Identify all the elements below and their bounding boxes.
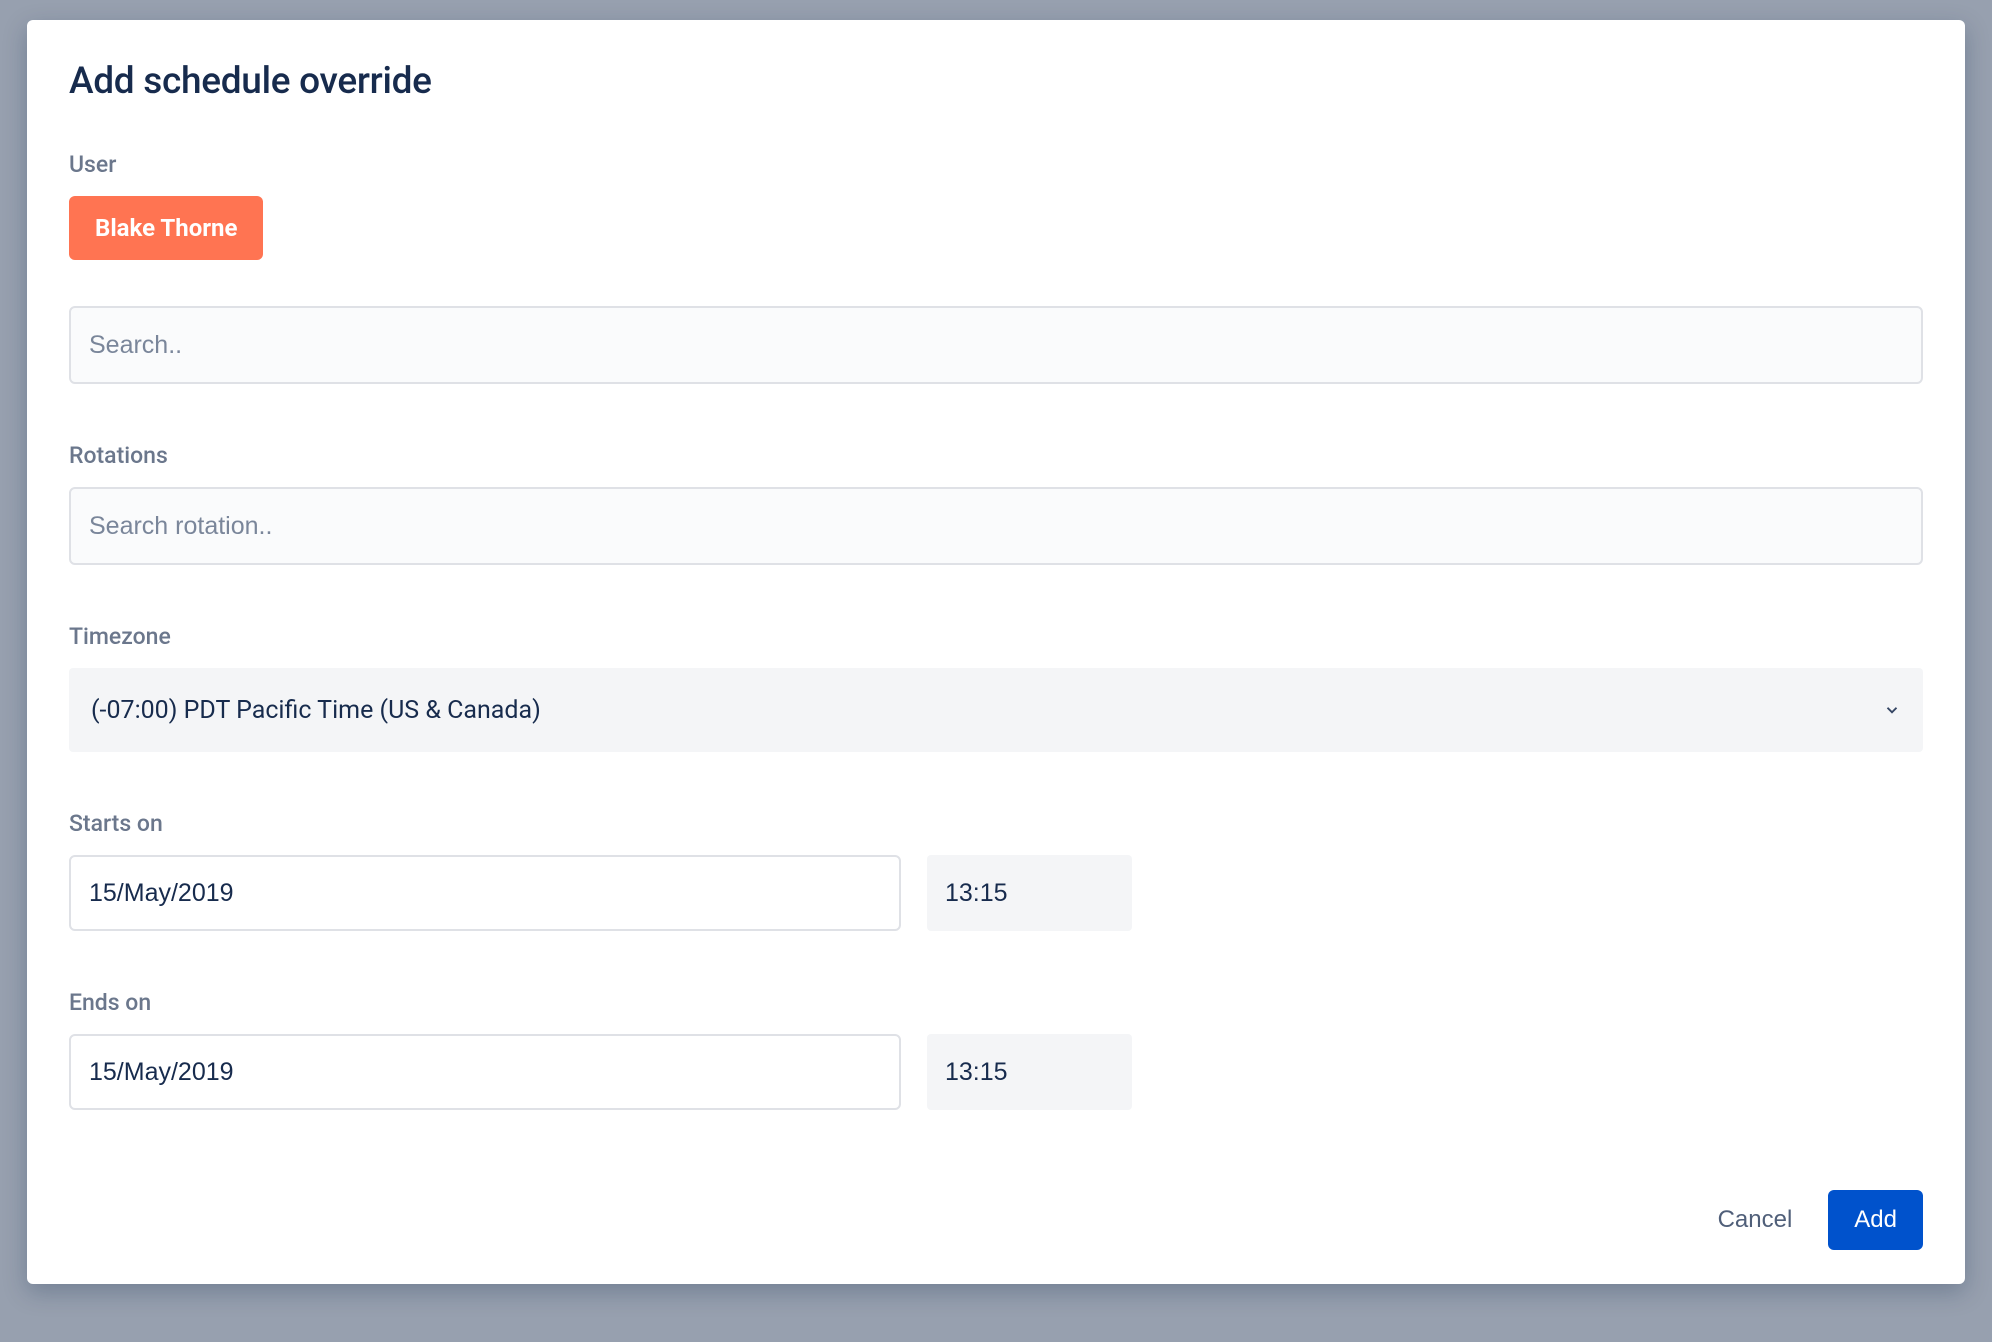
modal-footer: Cancel Add — [69, 1190, 1923, 1250]
ends-on-date-input[interactable] — [69, 1034, 901, 1110]
rotations-label: Rotations — [69, 442, 1923, 469]
starts-on-time-input[interactable] — [927, 855, 1132, 931]
ends-on-time-input[interactable] — [927, 1034, 1132, 1110]
ends-on-row — [69, 1034, 1923, 1110]
rotation-search-input[interactable] — [69, 487, 1923, 565]
starts-on-label: Starts on — [69, 810, 1923, 837]
ends-on-label: Ends on — [69, 989, 1923, 1016]
cancel-button[interactable]: Cancel — [1692, 1190, 1819, 1250]
timezone-value: (-07:00) PDT Pacific Time (US & Canada) — [91, 696, 541, 725]
chevron-down-icon — [1883, 701, 1901, 719]
timezone-select[interactable]: (-07:00) PDT Pacific Time (US & Canada) — [69, 668, 1923, 752]
starts-on-date-input[interactable] — [69, 855, 901, 931]
selected-user-chip[interactable]: Blake Thorne — [69, 196, 263, 260]
add-button[interactable]: Add — [1828, 1190, 1923, 1250]
modal-overlay: Add schedule override User Blake Thorne … — [0, 0, 1992, 1342]
starts-on-row — [69, 855, 1923, 931]
modal-title: Add schedule override — [69, 60, 1923, 103]
add-schedule-override-modal: Add schedule override User Blake Thorne … — [27, 20, 1965, 1284]
user-label: User — [69, 151, 1923, 178]
timezone-label: Timezone — [69, 623, 1923, 650]
user-search-input[interactable] — [69, 306, 1923, 384]
